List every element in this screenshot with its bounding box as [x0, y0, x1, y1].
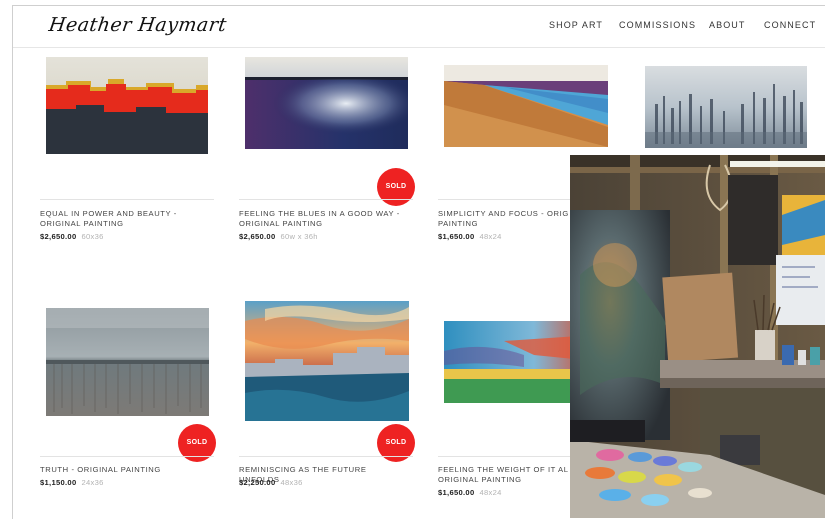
site-logo[interactable]: Heather Haymart [47, 14, 228, 36]
product-price-3: $1,650.00 48x24 [438, 232, 502, 241]
card-divider [40, 456, 214, 457]
price-value: $1,150.00 [40, 478, 77, 487]
product-price-4: $1,150.00 24x36 [40, 478, 104, 487]
size-value: 60x36 [81, 232, 104, 241]
title-line: ORIGINAL PAINTING [239, 219, 323, 228]
title-line: TRUTH - ORIGINAL PAINTING [40, 465, 161, 474]
product-image-1[interactable] [46, 57, 208, 154]
studio-photo [570, 155, 825, 518]
size-value: 60w x 36h [280, 232, 318, 241]
price-value: $2,250.00 [239, 478, 276, 487]
title-line: ORIGINAL PAINTING [40, 219, 124, 228]
price-value: $1,650.00 [438, 488, 475, 497]
card-divider [239, 199, 413, 200]
price-value: $2,650.00 [239, 232, 276, 241]
product-image-6[interactable] [245, 301, 409, 421]
product-image-5[interactable] [46, 308, 209, 416]
product-image-3[interactable] [444, 65, 608, 147]
nav-about[interactable]: ABOUT [709, 20, 746, 30]
product-price-1: $2,650.00 60x36 [40, 232, 104, 241]
product-image-2[interactable] [245, 57, 408, 149]
price-value: $1,650.00 [438, 232, 475, 241]
size-value: 48x24 [479, 232, 502, 241]
price-value: $2,650.00 [40, 232, 77, 241]
size-value: 24x36 [81, 478, 104, 487]
title-line: FEELING THE BLUES IN A GOOD WAY - [239, 209, 400, 218]
card-divider [239, 456, 413, 457]
product-title-4[interactable]: TRUTH - ORIGINAL PAINTING [40, 465, 208, 475]
product-title-2[interactable]: FEELING THE BLUES IN A GOOD WAY - ORIGIN… [239, 209, 407, 229]
nav-connect[interactable]: CONNECT [764, 20, 816, 30]
product-price-2: $2,650.00 60w x 36h [239, 232, 318, 241]
card-divider [40, 199, 214, 200]
title-line: EQUAL IN POWER AND BEAUTY - [40, 209, 177, 218]
size-value: 48x24 [479, 488, 502, 497]
sold-badge: SOLD [377, 168, 415, 206]
size-value: 48x36 [280, 478, 303, 487]
site-header: Heather Haymart SHOP ART COMMISSIONS ABO… [13, 6, 825, 48]
nav-commissions[interactable]: COMMISSIONS [619, 20, 696, 30]
product-image-4[interactable] [645, 66, 807, 148]
nav-shop-art[interactable]: SHOP ART [549, 20, 603, 30]
product-title-1[interactable]: EQUAL IN POWER AND BEAUTY - ORIGINAL PAI… [40, 209, 208, 229]
product-price-6: $1,650.00 48x24 [438, 488, 502, 497]
product-price-5: $2,250.00 48x36 [239, 478, 303, 487]
